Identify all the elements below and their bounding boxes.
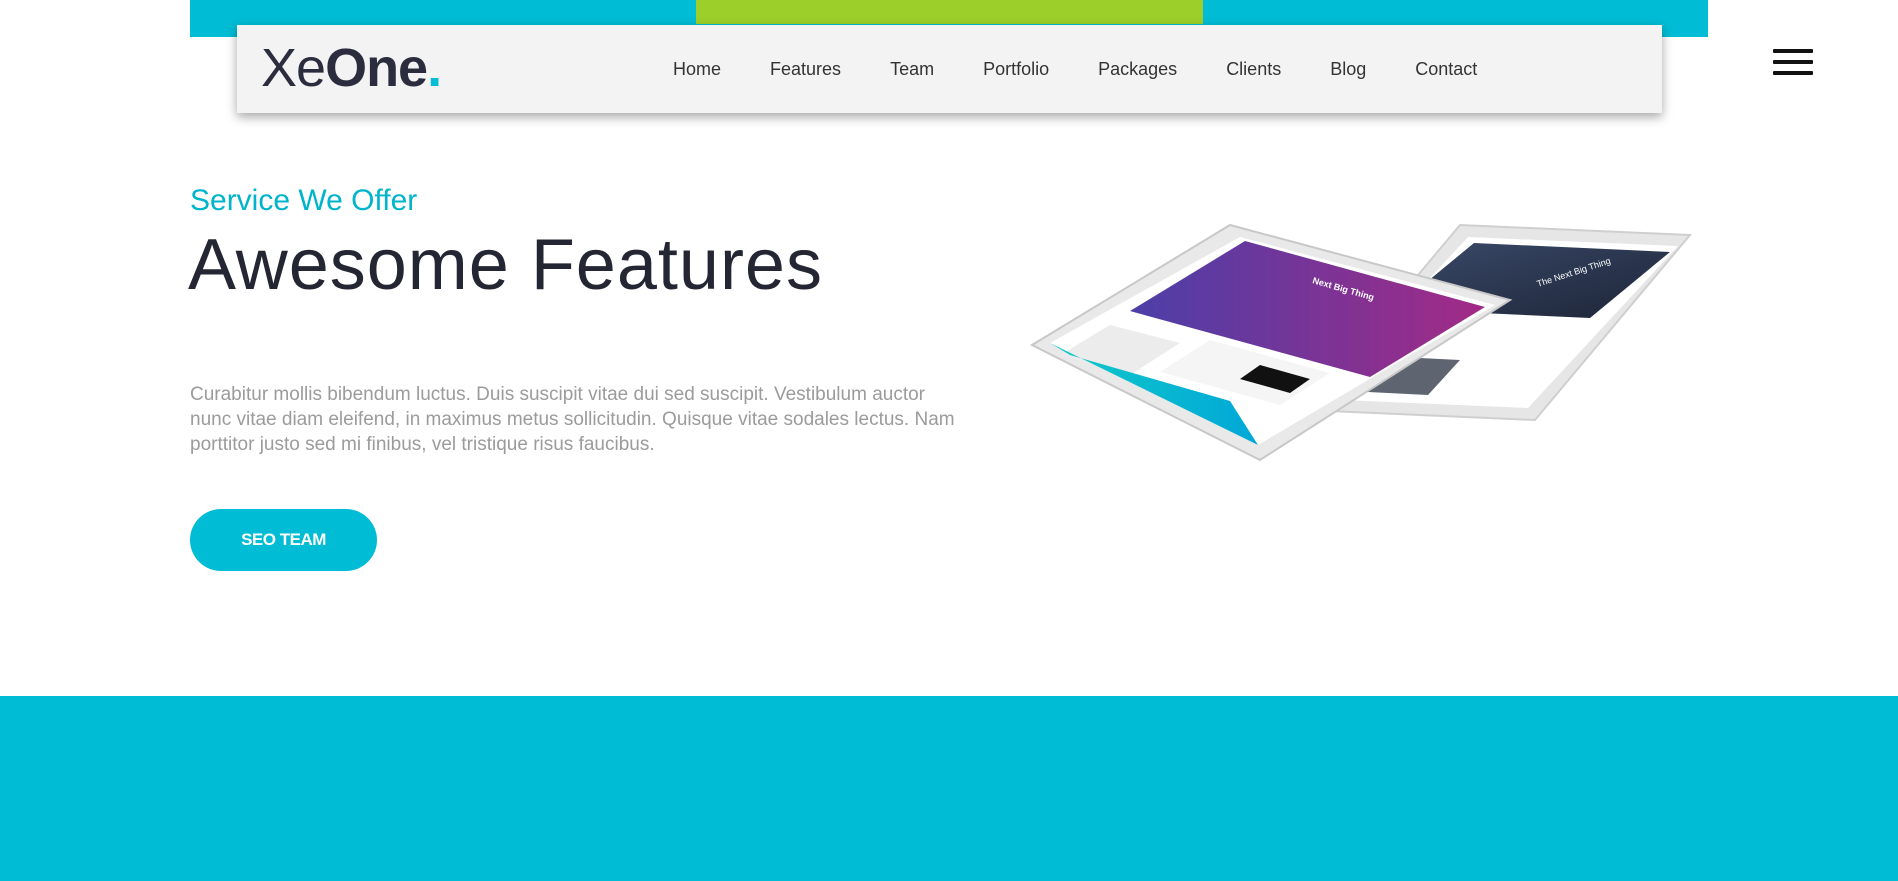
top-accent-green-segment: [696, 0, 1203, 24]
section-description: Curabitur mollis bibendum luctus. Duis s…: [190, 384, 955, 455]
section-title: Awesome Features: [188, 225, 823, 305]
seo-team-button[interactable]: SEO TEAM: [190, 509, 377, 571]
next-section-band: [0, 696, 1898, 881]
nav-item-contact[interactable]: Contact: [1415, 59, 1477, 80]
navigation-bar: XeOne. Home Features Team Portfolio Pack…: [237, 25, 1662, 113]
nav-item-portfolio[interactable]: Portfolio: [983, 59, 1049, 80]
main-menu: Home Features Team Portfolio Packages Cl…: [673, 25, 1477, 113]
logo-bold-text: One: [325, 38, 428, 98]
tablet-mockup-image: The Next Big Thing Next Big Thing: [1030, 223, 1693, 462]
nav-item-clients[interactable]: Clients: [1226, 59, 1281, 80]
site-logo[interactable]: XeOne.: [261, 37, 442, 99]
nav-item-home[interactable]: Home: [673, 59, 721, 80]
logo-thin-text: Xe: [261, 38, 326, 98]
hamburger-menu-icon[interactable]: [1773, 49, 1813, 75]
nav-item-packages[interactable]: Packages: [1098, 59, 1177, 80]
section-subtitle: Service We Offer: [190, 184, 418, 217]
nav-item-blog[interactable]: Blog: [1330, 59, 1366, 80]
nav-item-features[interactable]: Features: [770, 59, 841, 80]
nav-item-team[interactable]: Team: [890, 59, 934, 80]
logo-dot: .: [427, 38, 442, 98]
